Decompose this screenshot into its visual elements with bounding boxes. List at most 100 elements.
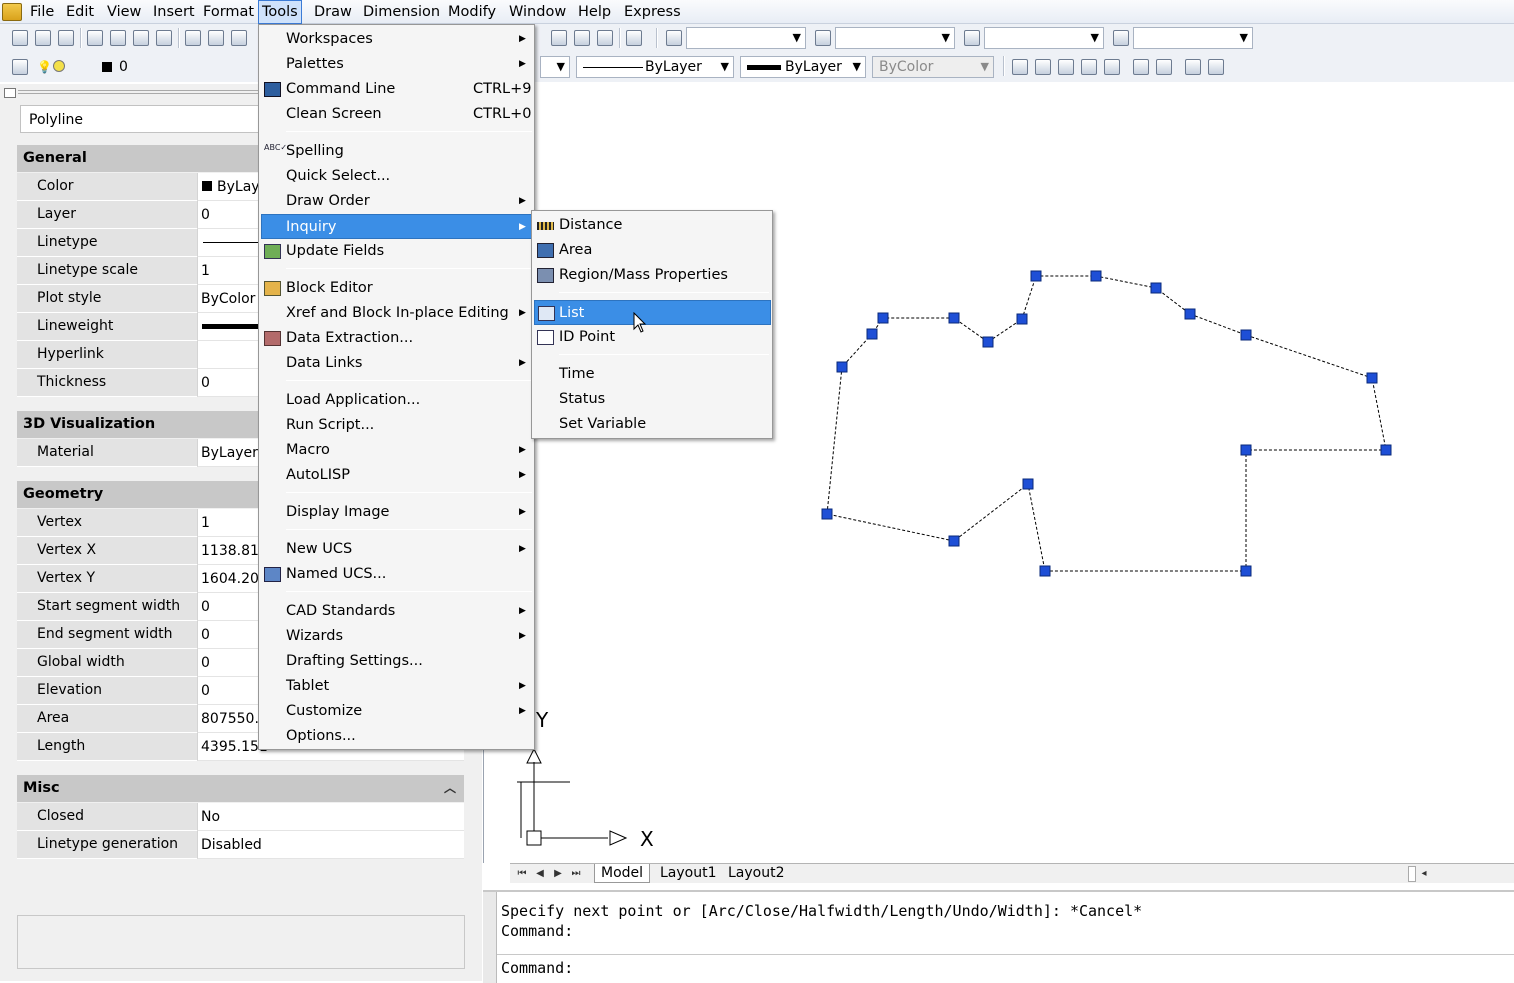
adcenter-icon[interactable] xyxy=(551,30,567,46)
menu-item-list[interactable]: List xyxy=(534,300,771,325)
3d-dwf-icon[interactable] xyxy=(156,30,172,46)
menu-modify[interactable]: Modify xyxy=(445,0,499,24)
menu-item-new-ucs[interactable]: New UCS ▶ xyxy=(261,537,532,562)
help-icon[interactable] xyxy=(626,30,642,46)
layer-manager-icon[interactable] xyxy=(12,59,28,75)
menu-item-wizards[interactable]: Wizards ▶ xyxy=(261,624,532,649)
tab-model[interactable]: Model xyxy=(594,864,651,883)
command-prompt-input[interactable]: Command: xyxy=(501,959,573,977)
color-select[interactable]: ▼ xyxy=(540,56,570,78)
menu-item-palettes[interactable]: Palettes ▶ xyxy=(261,52,532,77)
calculator-icon[interactable] xyxy=(597,30,613,46)
save-icon[interactable] xyxy=(58,30,74,46)
zoom-scale-icon[interactable] xyxy=(1081,59,1097,75)
menu-item-data-extraction[interactable]: Data Extraction... xyxy=(261,326,532,351)
open-icon[interactable] xyxy=(35,30,51,46)
menu-item-named-ucs[interactable]: Named UCS... xyxy=(261,562,532,587)
dim-style-select[interactable]: ▼ xyxy=(835,27,955,49)
section-misc[interactable]: Misc ︿ xyxy=(17,775,464,802)
zoom-all-icon[interactable] xyxy=(1185,59,1201,75)
menu-item-set-variable[interactable]: Set Variable xyxy=(534,412,770,437)
prop-value[interactable]: Disabled xyxy=(197,831,464,859)
menu-item-id-point[interactable]: ID Point xyxy=(534,325,770,350)
prop-row-closed[interactable]: Closed No xyxy=(17,803,464,831)
menu-item-region-mass[interactable]: Region/Mass Properties xyxy=(534,263,770,288)
object-type-select[interactable]: Polyline xyxy=(20,105,260,133)
collapse-icon[interactable]: ︿ xyxy=(444,779,456,796)
zoom-dynamic-icon[interactable] xyxy=(1058,59,1074,75)
drawing-canvas[interactable] xyxy=(483,83,1514,863)
multileader-style-select[interactable]: ▼ xyxy=(1133,27,1253,49)
menu-dimension[interactable]: Dimension xyxy=(360,0,443,24)
last-tab-icon[interactable]: ⏭ xyxy=(568,866,584,882)
horizontal-scrollbar-thumb[interactable] xyxy=(1408,866,1416,882)
text-style-select[interactable]: ▼ xyxy=(686,27,806,49)
menu-item-run-script[interactable]: Run Script... xyxy=(261,413,532,438)
new-icon[interactable] xyxy=(12,30,28,46)
menu-item-quick-select[interactable]: Quick Select... xyxy=(261,164,532,189)
scroll-left-icon[interactable]: ◂ xyxy=(1416,866,1432,882)
menu-item-spelling[interactable]: ABC✓ Spelling xyxy=(261,139,532,164)
menu-tools[interactable]: Tools xyxy=(258,0,302,24)
menu-item-xref-editing[interactable]: Xref and Block In-place Editing ▶ xyxy=(261,301,532,326)
next-tab-icon[interactable]: ▶ xyxy=(550,866,566,882)
prev-tab-icon[interactable]: ◀ xyxy=(532,866,548,882)
menu-item-autolisp[interactable]: AutoLISP ▶ xyxy=(261,463,532,488)
menu-item-command-line[interactable]: Command Line CTRL+9 xyxy=(261,77,532,102)
menu-window[interactable]: Window xyxy=(506,0,569,24)
app-icon[interactable] xyxy=(2,3,22,21)
zoom-in-icon[interactable] xyxy=(1133,59,1149,75)
menu-item-options[interactable]: Options... xyxy=(261,724,532,749)
menu-item-distance[interactable]: Distance xyxy=(534,213,770,238)
menu-item-time[interactable]: Time xyxy=(534,362,770,387)
menu-item-update-fields[interactable]: Update Fields xyxy=(261,239,532,264)
menu-item-macro[interactable]: Macro ▶ xyxy=(261,438,532,463)
menu-item-data-links[interactable]: Data Links ▶ xyxy=(261,351,532,376)
menu-item-customize[interactable]: Customize ▶ xyxy=(261,699,532,724)
tab-layout1[interactable]: Layout1 xyxy=(654,864,723,883)
menu-help[interactable]: Help xyxy=(575,0,614,24)
cut-icon[interactable] xyxy=(185,30,201,46)
first-tab-icon[interactable]: ⏮ xyxy=(514,866,530,882)
menu-file[interactable]: File xyxy=(27,0,57,24)
publish-icon[interactable] xyxy=(133,30,149,46)
table-style-icon[interactable] xyxy=(964,30,980,46)
command-window-grip[interactable] xyxy=(483,892,497,983)
lineweight-select[interactable]: ByLayer ▼ xyxy=(740,56,866,78)
menu-express[interactable]: Express xyxy=(621,0,684,24)
menu-item-block-editor[interactable]: Block Editor xyxy=(261,276,532,301)
menu-item-drafting-settings[interactable]: Drafting Settings... xyxy=(261,649,532,674)
menu-item-display-image[interactable]: Display Image ▶ xyxy=(261,500,532,525)
dim-style-icon[interactable] xyxy=(815,30,831,46)
tab-layout2[interactable]: Layout2 xyxy=(722,864,791,883)
zoom-window-icon[interactable] xyxy=(1035,59,1051,75)
prop-value[interactable]: No xyxy=(197,803,464,831)
plot-preview-icon[interactable] xyxy=(110,30,126,46)
command-window[interactable]: Specify next point or [Arc/Close/Halfwid… xyxy=(483,890,1514,983)
plot-icon[interactable] xyxy=(87,30,103,46)
menu-insert[interactable]: Insert xyxy=(150,0,198,24)
palette-autohide-icon[interactable] xyxy=(4,88,16,98)
table-style-select[interactable]: ▼ xyxy=(984,27,1104,49)
prop-row-linetype-generation[interactable]: Linetype generation Disabled xyxy=(17,831,464,859)
menu-item-status[interactable]: Status xyxy=(534,387,770,412)
copy-icon[interactable] xyxy=(208,30,224,46)
layer-select[interactable]: 💡 0 xyxy=(32,56,260,78)
menu-item-cad-standards[interactable]: CAD Standards ▶ xyxy=(261,599,532,624)
menu-format[interactable]: Format xyxy=(200,0,257,24)
menu-item-tablet[interactable]: Tablet ▶ xyxy=(261,674,532,699)
menu-item-inquiry[interactable]: Inquiry ▶ xyxy=(261,214,534,239)
menu-view[interactable]: View xyxy=(104,0,144,24)
text-style-icon[interactable] xyxy=(666,30,682,46)
zoom-center-icon[interactable] xyxy=(1104,59,1120,75)
menu-item-area[interactable]: Area xyxy=(534,238,770,263)
menu-item-workspaces[interactable]: Workspaces ▶ xyxy=(261,27,532,52)
menu-item-load-application[interactable]: Load Application... xyxy=(261,388,532,413)
menu-edit[interactable]: Edit xyxy=(63,0,97,24)
multileader-style-icon[interactable] xyxy=(1113,30,1129,46)
zoom-extents-icon[interactable] xyxy=(1208,59,1224,75)
paste-icon[interactable] xyxy=(231,30,247,46)
markup-icon[interactable] xyxy=(574,30,590,46)
linetype-select[interactable]: ByLayer ▼ xyxy=(576,56,734,78)
menu-item-draw-order[interactable]: Draw Order ▶ xyxy=(261,189,532,214)
